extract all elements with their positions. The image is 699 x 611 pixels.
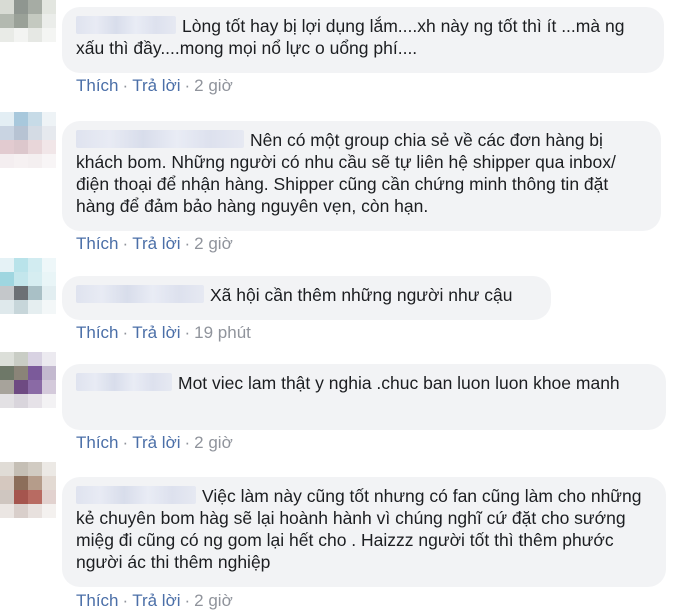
comment-time[interactable]: 2 giờ bbox=[194, 591, 233, 610]
comment-time[interactable]: 2 giờ bbox=[194, 76, 233, 95]
author-name[interactable] bbox=[76, 285, 204, 303]
avatar[interactable] bbox=[0, 462, 56, 518]
reply-link[interactable]: Trả lời bbox=[132, 323, 180, 342]
reply-link[interactable]: Trả lời bbox=[132, 433, 180, 452]
comment-actions: Thích · Trả lời · 2 giờ bbox=[76, 433, 233, 452]
comment-bubble: Xã hội cần thêm những người như cậu bbox=[62, 276, 551, 320]
comment-time[interactable]: 2 giờ bbox=[194, 433, 233, 452]
comment-time[interactable]: 19 phút bbox=[194, 323, 251, 342]
comment-text: Mot viec lam thật y nghia .chuc ban luon… bbox=[178, 373, 620, 393]
comment-text: Xã hội cần thêm những người như cậu bbox=[210, 285, 513, 305]
avatar[interactable] bbox=[0, 352, 56, 408]
like-link[interactable]: Thích bbox=[76, 323, 119, 342]
comment-actions: Thích · Trả lời · 2 giờ bbox=[76, 591, 233, 610]
reply-link[interactable]: Trả lời bbox=[132, 76, 180, 95]
comment-bubble: Mot viec lam thật y nghia .chuc ban luon… bbox=[62, 364, 666, 430]
comment-actions: Thích · Trả lời · 2 giờ bbox=[76, 76, 233, 95]
avatar[interactable] bbox=[0, 112, 56, 168]
avatar[interactable] bbox=[0, 258, 56, 314]
like-link[interactable]: Thích bbox=[76, 234, 119, 253]
comment-actions: Thích · Trả lời · 2 giờ bbox=[76, 234, 233, 253]
comment-time[interactable]: 2 giờ bbox=[194, 234, 233, 253]
like-link[interactable]: Thích bbox=[76, 591, 119, 610]
author-name[interactable] bbox=[76, 130, 244, 148]
comment-bubble: Nên có một group chia sẻ về các đơn hàng… bbox=[62, 121, 661, 231]
author-name[interactable] bbox=[76, 373, 172, 391]
comment-bubble: Lòng tốt hay bị lợi dụng lắm....xh này n… bbox=[62, 7, 664, 73]
author-name[interactable] bbox=[76, 16, 176, 34]
avatar[interactable] bbox=[0, 0, 56, 42]
comment-bubble: Việc làm này cũng tốt nhưng có fan cũng … bbox=[62, 477, 666, 587]
like-link[interactable]: Thích bbox=[76, 76, 119, 95]
reply-link[interactable]: Trả lời bbox=[132, 234, 180, 253]
author-name[interactable] bbox=[76, 486, 196, 504]
reply-link[interactable]: Trả lời bbox=[132, 591, 180, 610]
comment-actions: Thích · Trả lời · 19 phút bbox=[76, 323, 251, 342]
like-link[interactable]: Thích bbox=[76, 433, 119, 452]
